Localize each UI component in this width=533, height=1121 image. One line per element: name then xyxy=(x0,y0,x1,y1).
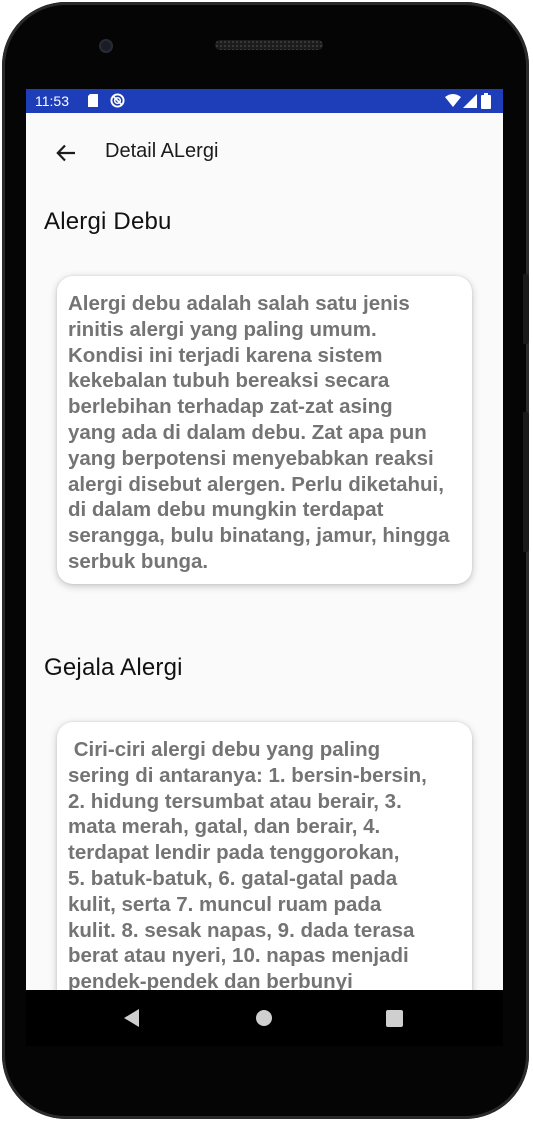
section-title-gejala-alergi: Gejala Alergi xyxy=(44,654,183,681)
system-navigation-bar xyxy=(26,990,503,1046)
status-time: 11:53 xyxy=(35,93,69,109)
recents-square-icon xyxy=(385,1009,403,1027)
back-triangle-icon xyxy=(124,1009,139,1027)
sim-card-icon xyxy=(88,94,98,107)
description-text: Alergi debu adalah salah satu jenis rini… xyxy=(68,292,450,573)
earpiece-speaker xyxy=(215,40,323,50)
do-not-disturb-icon xyxy=(110,93,125,108)
volume-button xyxy=(523,412,529,552)
back-button[interactable] xyxy=(48,135,84,171)
battery-icon xyxy=(481,93,491,109)
section-title-alergi-debu: Alergi Debu xyxy=(44,208,172,235)
symptoms-text: Ciri-ciri alergi debu yang paling sering… xyxy=(68,738,427,990)
front-camera xyxy=(99,39,113,53)
home-circle-icon xyxy=(256,1010,272,1026)
signal-icon xyxy=(463,94,477,108)
nav-recents-button[interactable] xyxy=(380,1004,408,1032)
power-button xyxy=(523,274,529,344)
description-card: Alergi debu adalah salah satu jenis rini… xyxy=(57,276,472,584)
nav-back-button[interactable] xyxy=(118,1004,146,1032)
symptoms-card: Ciri-ciri alergi debu yang paling sering… xyxy=(57,722,472,990)
nav-home-button[interactable] xyxy=(250,1004,278,1032)
page-title: Detail ALergi xyxy=(105,140,219,162)
wifi-icon xyxy=(445,94,461,107)
arrow-back-icon xyxy=(56,144,75,162)
app-screen: 11:53 Detail ALergi Alergi Debu Alergi d… xyxy=(26,89,503,990)
status-bar: 11:53 xyxy=(26,89,503,113)
app-toolbar: Detail ALergi xyxy=(26,113,503,193)
